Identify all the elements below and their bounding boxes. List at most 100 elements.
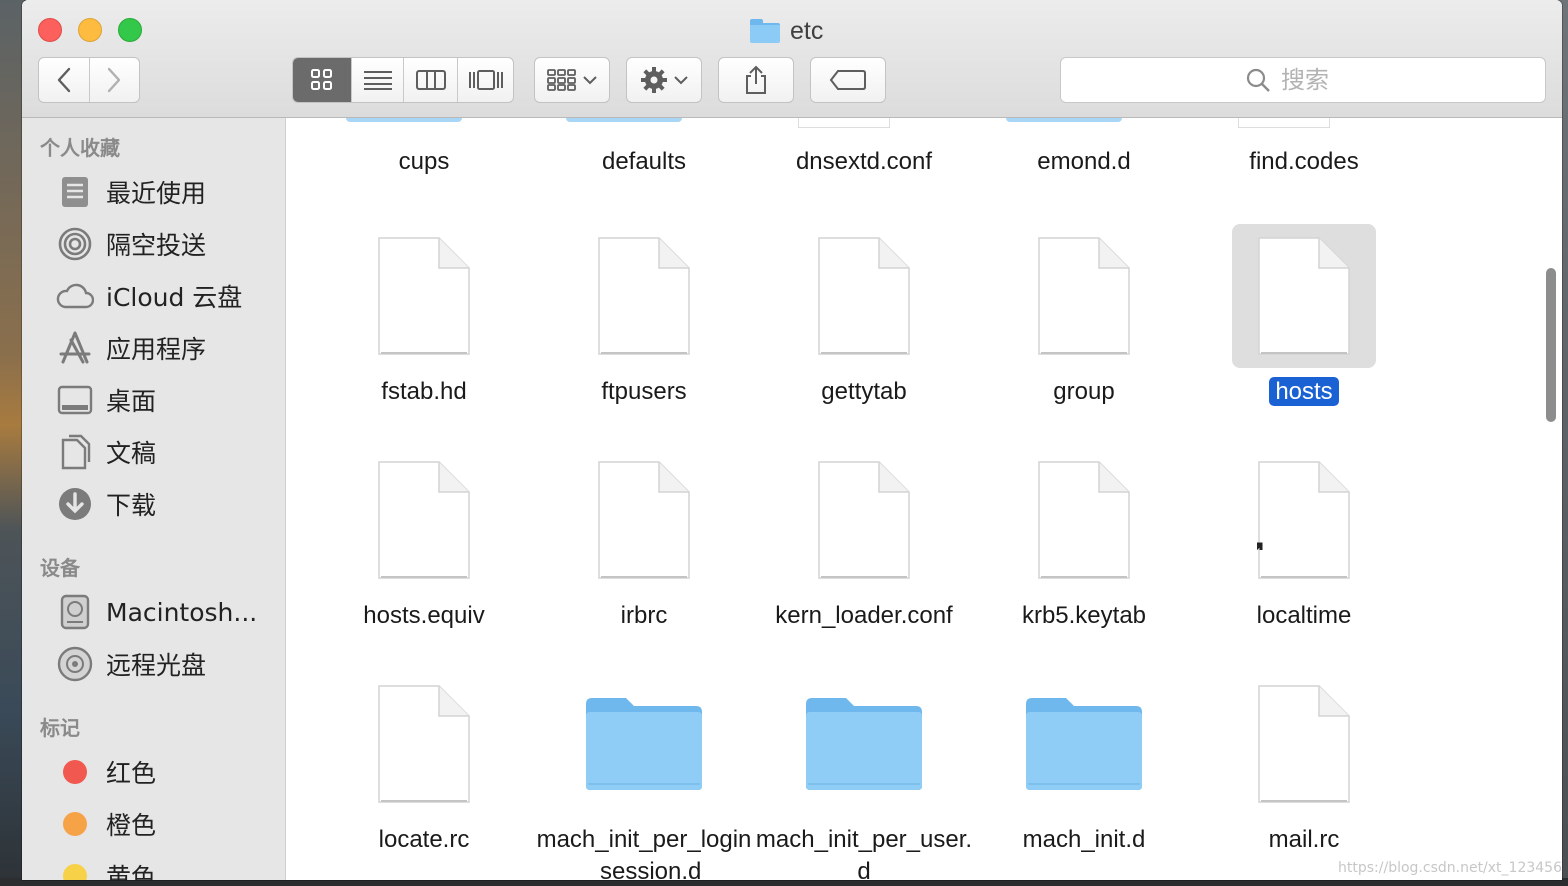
sidebar-item-documents[interactable]: 文稿 xyxy=(56,430,282,474)
window-title-text: etc xyxy=(790,16,824,45)
document-icon xyxy=(598,237,690,355)
file-item[interactable]: hosts.equiv xyxy=(314,448,534,672)
list-view-button[interactable] xyxy=(351,58,403,102)
file-thumbnail[interactable] xyxy=(352,448,496,592)
back-button[interactable] xyxy=(39,58,89,102)
file-name[interactable]: locate.rc xyxy=(314,824,534,856)
file-name[interactable]: mach_init_per_login_session.d xyxy=(534,824,754,880)
file-name[interactable]: kern_loader.conf xyxy=(754,600,974,632)
file-name[interactable]: emond.d xyxy=(974,148,1194,176)
file-name[interactable]: gettytab xyxy=(754,376,974,408)
sidebar-item-icloud[interactable]: iCloud 云盘 xyxy=(56,274,282,318)
airdrop-icon xyxy=(56,225,94,263)
column-view-button[interactable] xyxy=(403,58,457,102)
file-thumbnail[interactable] xyxy=(1232,448,1376,592)
file-name-text: fstab.hd xyxy=(381,378,467,405)
close-window-button[interactable] xyxy=(38,18,62,42)
minimize-window-button[interactable] xyxy=(78,18,102,42)
file-name[interactable]: cups xyxy=(314,148,534,176)
sidebar-item-recents[interactable]: 最近使用 xyxy=(56,170,282,214)
file-item[interactable]: group xyxy=(974,224,1194,448)
file-item[interactable]: locate.rc xyxy=(314,672,534,880)
hard-drive-icon xyxy=(56,593,94,631)
file-item[interactable]: mail.rc xyxy=(1194,672,1414,880)
view-mode-control xyxy=(292,57,514,103)
file-name[interactable]: irbrc xyxy=(534,600,754,632)
search-field[interactable] xyxy=(1060,57,1546,103)
file-name[interactable]: dnsextd.conf xyxy=(754,148,974,176)
sidebar-item-label: 最近使用 xyxy=(106,179,207,208)
file-name-text: hosts.equiv xyxy=(363,602,485,629)
file-name-text: hosts xyxy=(1269,377,1339,406)
file-name[interactable]: defaults xyxy=(534,148,754,176)
file-thumbnail[interactable] xyxy=(572,224,716,368)
cover-flow-button[interactable] xyxy=(457,58,513,102)
sidebar-item-applications[interactable]: 应用程序 xyxy=(56,326,282,370)
file-item[interactable]: localtime xyxy=(1194,448,1414,672)
sidebar-item-label: 橙色 xyxy=(106,811,157,840)
vertical-scrollbar[interactable] xyxy=(1546,268,1556,422)
file-name[interactable]: krb5.keytab xyxy=(974,600,1194,632)
file-item[interactable]: fstab.hd xyxy=(314,224,534,448)
toolbar: etc xyxy=(22,0,1562,118)
file-thumbnail[interactable] xyxy=(352,224,496,368)
partial-row-emond-thumb-edge xyxy=(1006,118,1122,122)
sidebar-item-downloads[interactable]: 下载 xyxy=(56,482,282,526)
document-icon xyxy=(1258,685,1350,803)
file-thumbnail[interactable] xyxy=(1012,672,1156,816)
document-icon xyxy=(1038,237,1130,355)
file-thumbnail[interactable] xyxy=(1232,672,1376,816)
folder-item[interactable]: mach_init_per_user.d xyxy=(754,672,974,880)
file-item[interactable]: krb5.keytab xyxy=(974,448,1194,672)
sidebar-item-desktop[interactable]: 桌面 xyxy=(56,378,282,422)
file-thumbnail[interactable] xyxy=(1012,224,1156,368)
file-name[interactable]: mach_init.d xyxy=(974,824,1194,856)
sidebar-item-airdrop[interactable]: 隔空投送 xyxy=(56,222,282,266)
sidebar-item-tag-orange[interactable]: 橙色 xyxy=(56,802,282,846)
file-item[interactable]: kern_loader.conf xyxy=(754,448,974,672)
cloud-icon xyxy=(56,277,94,315)
action-menu-button[interactable] xyxy=(626,57,702,103)
file-name[interactable]: hosts xyxy=(1194,376,1414,408)
file-thumbnail[interactable] xyxy=(572,448,716,592)
sidebar-item-macintosh-hd[interactable]: Macintosh... xyxy=(56,590,282,634)
file-name[interactable]: fstab.hd xyxy=(314,376,534,408)
zoom-window-button[interactable] xyxy=(118,18,142,42)
folder-item[interactable]: mach_init_per_login_session.d xyxy=(534,672,754,880)
file-name[interactable]: find.codes xyxy=(1194,148,1414,176)
file-thumbnail[interactable] xyxy=(792,448,936,592)
file-thumbnail[interactable] xyxy=(572,672,716,816)
file-name[interactable]: mach_init_per_user.d xyxy=(754,824,974,880)
file-thumbnail[interactable] xyxy=(1012,448,1156,592)
sidebar-item-remote-disc[interactable]: 远程光盘 xyxy=(56,642,282,686)
folder-icon xyxy=(750,19,780,43)
file-item[interactable]: irbrc xyxy=(534,448,754,672)
chevron-left-icon xyxy=(57,67,70,93)
sidebar-item-tag-red[interactable]: 红色 xyxy=(56,750,282,794)
sidebar-item-label: 远程光盘 xyxy=(106,651,207,680)
file-name[interactable]: ftpusers xyxy=(534,376,754,408)
file-name[interactable]: hosts.equiv xyxy=(314,600,534,632)
edit-tags-button[interactable] xyxy=(810,57,886,103)
disc-icon xyxy=(56,645,94,683)
gear-icon xyxy=(641,67,667,93)
document-icon xyxy=(818,461,910,579)
file-name[interactable]: mail.rc xyxy=(1194,824,1414,856)
file-thumbnail[interactable] xyxy=(352,672,496,816)
file-item[interactable]: gettytab xyxy=(754,224,974,448)
file-name[interactable]: group xyxy=(974,376,1194,408)
file-item[interactable]: ftpusers xyxy=(534,224,754,448)
arrange-button[interactable] xyxy=(534,57,610,103)
folder-item[interactable]: mach_init.d xyxy=(974,672,1194,880)
file-thumbnail[interactable] xyxy=(792,224,936,368)
sidebar-item-label: 应用程序 xyxy=(106,335,207,364)
icon-view-button[interactable] xyxy=(293,58,351,102)
search-input[interactable] xyxy=(1281,66,1361,94)
file-thumbnail[interactable] xyxy=(1232,224,1376,368)
file-name[interactable]: localtime xyxy=(1194,600,1414,632)
sidebar-item-tag-yellow[interactable]: 黄色 xyxy=(56,854,282,880)
forward-button[interactable] xyxy=(88,58,140,102)
file-thumbnail[interactable] xyxy=(792,672,936,816)
file-item[interactable]: hosts xyxy=(1194,224,1414,448)
share-button[interactable] xyxy=(718,57,794,103)
